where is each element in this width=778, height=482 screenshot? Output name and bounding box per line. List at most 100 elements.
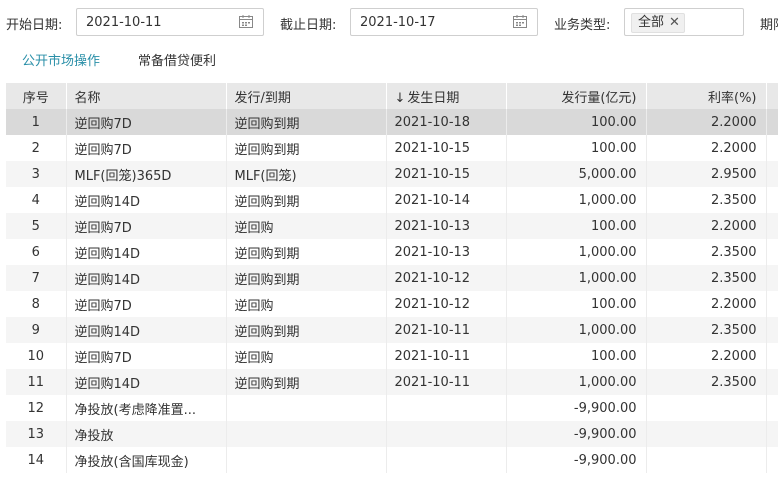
- cell-rate: 2.3500: [646, 317, 767, 343]
- cell-filler: [766, 369, 778, 395]
- col-header-kind[interactable]: 发行/到期: [226, 83, 387, 109]
- cell-date: 2021-10-14: [386, 187, 507, 213]
- table-row[interactable]: 11 逆回购14D 逆回购到期 2021-10-11 1,000.00 2.3500: [6, 369, 778, 395]
- cell-date: 2021-10-15: [386, 161, 507, 187]
- cell-rate: 2.2000: [646, 109, 767, 135]
- calendar-icon[interactable]: [239, 15, 253, 28]
- tab-standing-lending[interactable]: 常备借贷便利: [138, 50, 216, 69]
- table-body: 1 逆回购7D 逆回购到期 2021-10-18 100.00 2.2000 2 逆回购7D 逆…: [6, 109, 778, 473]
- cell-volume: 100.00: [506, 291, 647, 317]
- cell-volume: 100.00: [506, 343, 647, 369]
- col-header-filler: [766, 83, 778, 109]
- cell-name: 逆回购7D: [66, 109, 227, 135]
- cell-date: [386, 395, 507, 421]
- table-row[interactable]: 2 逆回购7D 逆回购到期 2021-10-15 100.00 2.2000: [6, 135, 778, 161]
- cell-rate: [646, 421, 767, 447]
- cell-filler: [766, 395, 778, 421]
- table-row[interactable]: 5 逆回购7D 逆回购 2021-10-13 100.00 2.2000: [6, 213, 778, 239]
- table-row[interactable]: 1 逆回购7D 逆回购到期 2021-10-18 100.00 2.2000: [6, 109, 778, 135]
- close-icon[interactable]: ✕: [669, 14, 680, 32]
- cell-rate: [646, 447, 767, 473]
- cell-volume: 100.00: [506, 213, 647, 239]
- cell-name: 净投放: [66, 421, 227, 447]
- table-row[interactable]: 9 逆回购14D 逆回购到期 2021-10-11 1,000.00 2.3500: [6, 317, 778, 343]
- table-row[interactable]: 12 净投放(考虑降准置... -9,900.00: [6, 395, 778, 421]
- cell-filler: [766, 421, 778, 447]
- cell-name: 净投放(考虑降准置...: [66, 395, 227, 421]
- cell-name: 逆回购7D: [66, 343, 227, 369]
- cell-kind: 逆回购到期: [226, 265, 387, 291]
- business-type-select[interactable]: 全部 ✕: [624, 8, 744, 36]
- table-row[interactable]: 3 MLF(回笼)365D MLF(回笼) 2021-10-15 5,000.00 2.9…: [6, 161, 778, 187]
- cell-name: 逆回购7D: [66, 291, 227, 317]
- table-row[interactable]: 13 净投放 -9,900.00: [6, 421, 778, 447]
- cell-filler: [766, 317, 778, 343]
- table-row[interactable]: 6 逆回购14D 逆回购到期 2021-10-13 1,000.00 2.3500: [6, 239, 778, 265]
- cell-date: 2021-10-11: [386, 317, 507, 343]
- cell-volume: -9,900.00: [506, 447, 647, 473]
- cell-date: 2021-10-11: [386, 369, 507, 395]
- cell-volume: -9,900.00: [506, 395, 647, 421]
- cell-rate: 2.3500: [646, 369, 767, 395]
- cell-no: 9: [6, 317, 67, 343]
- col-header-volume[interactable]: 发行量(亿元): [506, 83, 647, 109]
- cell-no: 7: [6, 265, 67, 291]
- cell-filler: [766, 213, 778, 239]
- cell-rate: 2.2000: [646, 343, 767, 369]
- cell-rate: 2.9500: [646, 161, 767, 187]
- cell-rate: [646, 395, 767, 421]
- cell-volume: 1,000.00: [506, 187, 647, 213]
- cell-date: 2021-10-12: [386, 265, 507, 291]
- cell-rate: 2.3500: [646, 239, 767, 265]
- col-header-name[interactable]: 名称: [66, 83, 227, 109]
- business-type-label: 业务类型:: [554, 18, 611, 33]
- col-header-rate[interactable]: 利率(%): [646, 83, 767, 109]
- selected-tag-label: 全部: [638, 15, 665, 30]
- cell-no: 8: [6, 291, 67, 317]
- selected-tag: 全部 ✕: [631, 13, 685, 33]
- cell-rate: 2.3500: [646, 265, 767, 291]
- cell-no: 6: [6, 239, 67, 265]
- table-row[interactable]: 14 净投放(含国库现金) -9,900.00: [6, 447, 778, 473]
- cell-name: 逆回购14D: [66, 187, 227, 213]
- table-row[interactable]: 4 逆回购14D 逆回购到期 2021-10-14 1,000.00 2.3500: [6, 187, 778, 213]
- cell-kind: 逆回购: [226, 343, 387, 369]
- cell-no: 12: [6, 395, 67, 421]
- cell-date: 2021-10-12: [386, 291, 507, 317]
- cell-rate: 2.2000: [646, 291, 767, 317]
- cell-rate: 2.2000: [646, 135, 767, 161]
- table-row[interactable]: 7 逆回购14D 逆回购到期 2021-10-12 1,000.00 2.3500: [6, 265, 778, 291]
- tab-bar: 公开市场操作 常备借贷便利: [0, 46, 778, 74]
- col-header-date[interactable]: ↓ 发生日期: [386, 83, 507, 109]
- cell-volume: 5,000.00: [506, 161, 647, 187]
- col-header-no[interactable]: 序号: [6, 83, 67, 109]
- cell-filler: [766, 161, 778, 187]
- cell-kind: 逆回购到期: [226, 187, 387, 213]
- table-row[interactable]: 8 逆回购7D 逆回购 2021-10-12 100.00 2.2000: [6, 291, 778, 317]
- cell-name: 逆回购14D: [66, 239, 227, 265]
- cell-kind: [226, 447, 387, 473]
- cell-name: 逆回购14D: [66, 265, 227, 291]
- cell-kind: 逆回购到期: [226, 369, 387, 395]
- cell-kind: 逆回购到期: [226, 109, 387, 135]
- cell-no: 13: [6, 421, 67, 447]
- cell-filler: [766, 187, 778, 213]
- start-date-input[interactable]: 2021-10-11: [76, 8, 264, 36]
- start-date-value: 2021-10-11: [86, 15, 162, 30]
- tab-open-market[interactable]: 公开市场操作: [22, 50, 100, 69]
- cell-no: 2: [6, 135, 67, 161]
- table-header: 序号 名称 发行/到期 ↓ 发生日期 发行量(亿元) 利率(%): [6, 83, 778, 109]
- cell-filler: [766, 109, 778, 135]
- cell-filler: [766, 265, 778, 291]
- cell-date: [386, 447, 507, 473]
- cell-volume: 1,000.00: [506, 265, 647, 291]
- cell-filler: [766, 239, 778, 265]
- cell-no: 5: [6, 213, 67, 239]
- end-date-input[interactable]: 2021-10-17: [350, 8, 538, 36]
- start-date-label: 开始日期:: [6, 18, 63, 33]
- cell-kind: 逆回购: [226, 291, 387, 317]
- cell-date: 2021-10-18: [386, 109, 507, 135]
- table-row[interactable]: 10 逆回购7D 逆回购 2021-10-11 100.00 2.2000: [6, 343, 778, 369]
- cell-name: 净投放(含国库现金): [66, 447, 227, 473]
- calendar-icon[interactable]: [513, 15, 527, 28]
